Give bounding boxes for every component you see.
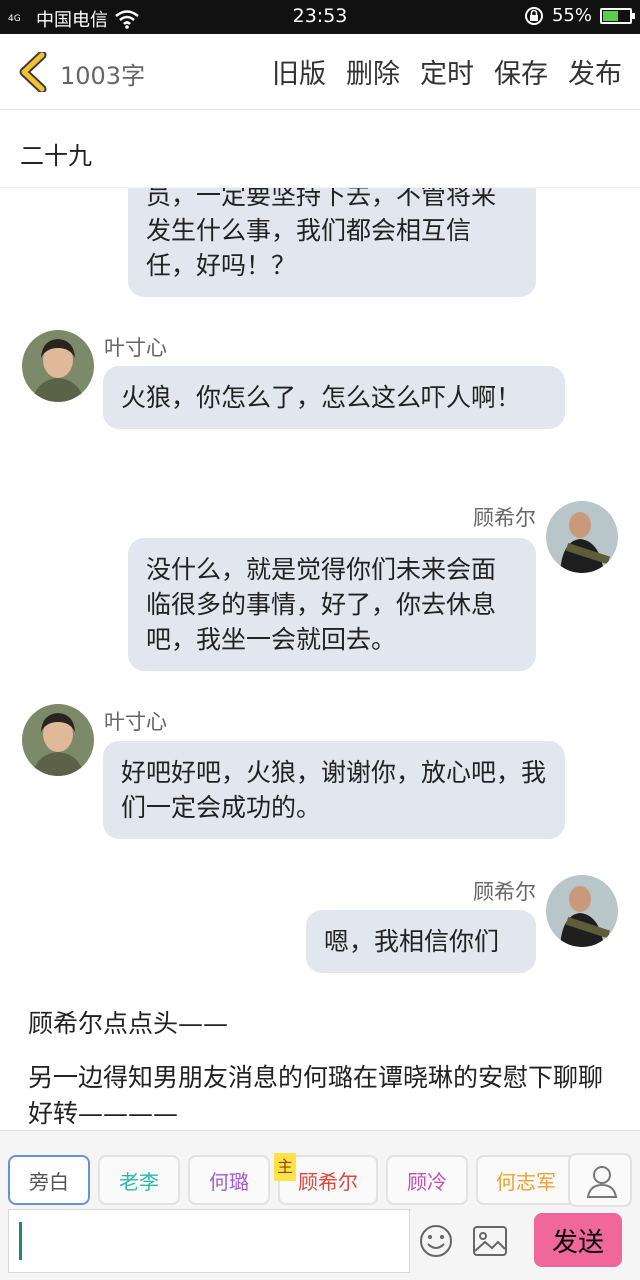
chat-area[interactable]: 员，一定要坚持下去，不管将来发生什么事，我们都会相互信任，好吗！？ 叶寸心 火狼… <box>0 188 640 1128</box>
message-text: 嗯，我相信你们 <box>324 927 500 956</box>
host-badge: 主 <box>274 1153 296 1181</box>
role-chip-he-lu[interactable]: 何璐 <box>188 1155 270 1205</box>
battery-percent: 55% <box>551 5 592 26</box>
avatar-gu-xier[interactable] <box>546 501 618 573</box>
avatar-gu-xier[interactable] <box>546 875 618 947</box>
avatar-ye-cunxin[interactable] <box>22 330 94 402</box>
speaker-name: 叶寸心 <box>104 710 167 734</box>
word-count: 1003字 <box>60 62 146 90</box>
send-button[interactable]: 发送 <box>534 1213 622 1267</box>
message-text: 火狼，你怎么了，怎么这么吓人啊！ <box>121 383 522 412</box>
chapter-title[interactable]: 二十九 <box>0 110 640 188</box>
battery-fill <box>603 10 619 21</box>
message-text: 没什么，就是觉得你们未来会面临很多的事情，好了，你去休息吧，我坐一会就回去。 <box>146 555 497 654</box>
speaker-name: 叶寸心 <box>104 336 167 360</box>
message-text: 好吧好吧，火狼，谢谢你，放心吧，我们一定会成功的。 <box>121 758 547 822</box>
role-chip-gu-leng[interactable]: 顾冷 <box>386 1155 468 1205</box>
text-caret <box>19 1222 22 1260</box>
message-input[interactable] <box>8 1209 410 1273</box>
message-bubble[interactable]: 火狼，你怎么了，怎么这么吓人啊！ <box>103 366 565 429</box>
speaker-name: 顾希尔 <box>473 880 536 904</box>
avatar-ye-cunxin[interactable] <box>22 704 94 776</box>
composer-panel: 旁白 老李 何璐 顾希尔 顾冷 何志军 主 发送 <box>0 1130 640 1280</box>
message-bubble[interactable]: 员，一定要坚持下去，不管将来发生什么事，我们都会相互信任，好吗！？ <box>128 188 536 297</box>
emoji-icon[interactable] <box>418 1223 454 1259</box>
role-chip-he-zhijun[interactable]: 何志军 <box>476 1155 576 1205</box>
role-chip-lao-li[interactable]: 老李 <box>98 1155 180 1205</box>
old-version-button[interactable]: 旧版 <box>272 52 326 91</box>
narration-text[interactable]: 顾希尔点点头—— <box>28 1006 612 1042</box>
message-text: 员，一定要坚持下去，不管将来发生什么事，我们都会相互信任，好吗！？ <box>146 188 497 280</box>
person-icon <box>586 1166 618 1198</box>
rotation-lock-icon <box>524 6 543 25</box>
image-icon[interactable] <box>472 1225 508 1257</box>
delete-button[interactable]: 删除 <box>346 52 400 91</box>
save-button[interactable]: 保存 <box>494 52 548 91</box>
back-chevron-icon[interactable] <box>16 52 50 92</box>
speaker-name: 顾希尔 <box>473 506 536 530</box>
add-character-button[interactable] <box>568 1153 632 1207</box>
editor-toolbar: 1003字 旧版 删除 定时 保存 发布 <box>0 34 640 110</box>
toolbar-actions: 旧版 删除 定时 保存 发布 <box>272 52 622 91</box>
narration-text[interactable]: 另一边得知男朋友消息的何璐在谭晓琳的安慰下聊聊好转———— <box>28 1060 618 1128</box>
message-bubble[interactable]: 嗯，我相信你们 <box>306 910 536 973</box>
publish-button[interactable]: 发布 <box>568 52 622 91</box>
message-bubble[interactable]: 好吧好吧，火狼，谢谢你，放心吧，我们一定会成功的。 <box>103 741 565 839</box>
role-chip-narrator[interactable]: 旁白 <box>8 1155 90 1205</box>
status-bar: 4G 中国电信 23:53 55% <box>0 0 640 34</box>
battery-icon <box>600 7 635 24</box>
message-bubble[interactable]: 没什么，就是觉得你们未来会面临很多的事情，好了，你去休息吧，我坐一会就回去。 <box>128 538 536 671</box>
schedule-button[interactable]: 定时 <box>420 52 474 91</box>
